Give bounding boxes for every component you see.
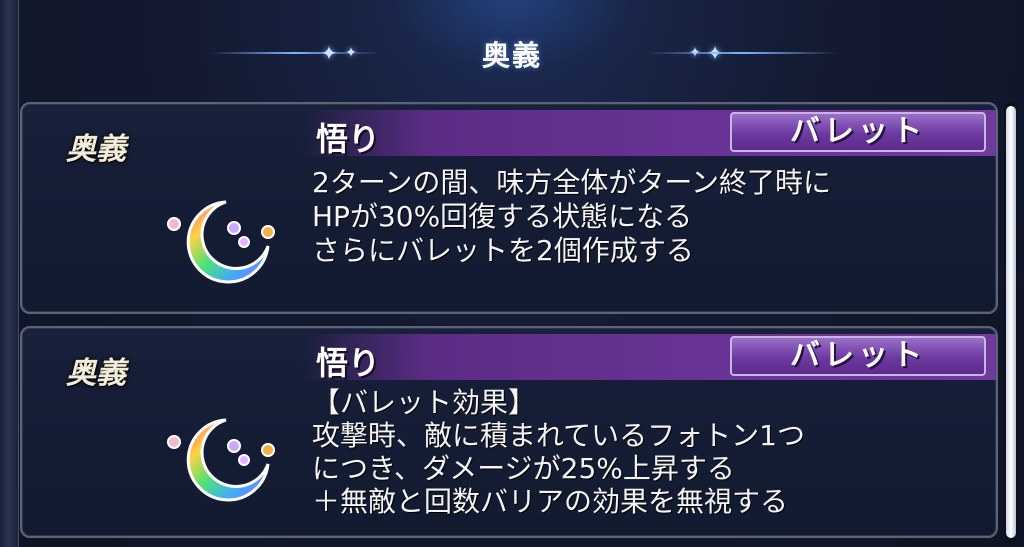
description-line: につき、ダメージが25%上昇する <box>312 452 735 485</box>
description-line: ＋無敵と回数バリアの効果を無視する <box>312 485 789 518</box>
left-frame <box>0 0 19 547</box>
skill-description: 2ターンの間、味方全体がターン終了時に HPが30%回復する状態になる さらにバ… <box>312 166 982 268</box>
skill-type-badge: バレット <box>730 336 986 376</box>
scrollbar-thumb[interactable] <box>1006 106 1016 538</box>
crescent-moon-icon <box>156 402 276 512</box>
skill-name: 悟り <box>316 344 381 382</box>
crescent-moon-icon <box>156 184 276 294</box>
description-line: 2ターンの間、味方全体がターン終了時に <box>312 166 832 199</box>
scrollbar[interactable] <box>1004 102 1018 542</box>
page-title: 奥義 <box>481 39 542 72</box>
skill-type-badge: バレット <box>730 112 986 152</box>
skill-category-label: 奥義 <box>66 356 126 391</box>
header-divider-right <box>648 52 838 54</box>
skill-detail-screen: ✦ ✦ 奥義 ✦ ✦ 奥義 悟り バレット <box>0 0 1024 547</box>
description-line: HPが30%回復する状態になる <box>312 200 693 233</box>
description-line: さらにバレットを2個作成する <box>312 234 694 267</box>
skill-description: 【バレット効果】 攻撃時、敵に積まれているフォトン1つ につき、ダメージが25%… <box>312 386 982 518</box>
skill-category-label: 奥義 <box>66 132 126 167</box>
description-line: 【バレット効果】 <box>312 386 537 419</box>
skill-card[interactable]: 奥義 悟り バレット <box>20 102 998 314</box>
header: ✦ ✦ 奥義 ✦ ✦ <box>0 28 1024 76</box>
description-line: 攻撃時、敵に積まれているフォトン1つ <box>312 419 805 452</box>
skill-card[interactable]: 奥義 悟り バレット <box>20 326 998 538</box>
skill-name: 悟り <box>316 120 381 158</box>
